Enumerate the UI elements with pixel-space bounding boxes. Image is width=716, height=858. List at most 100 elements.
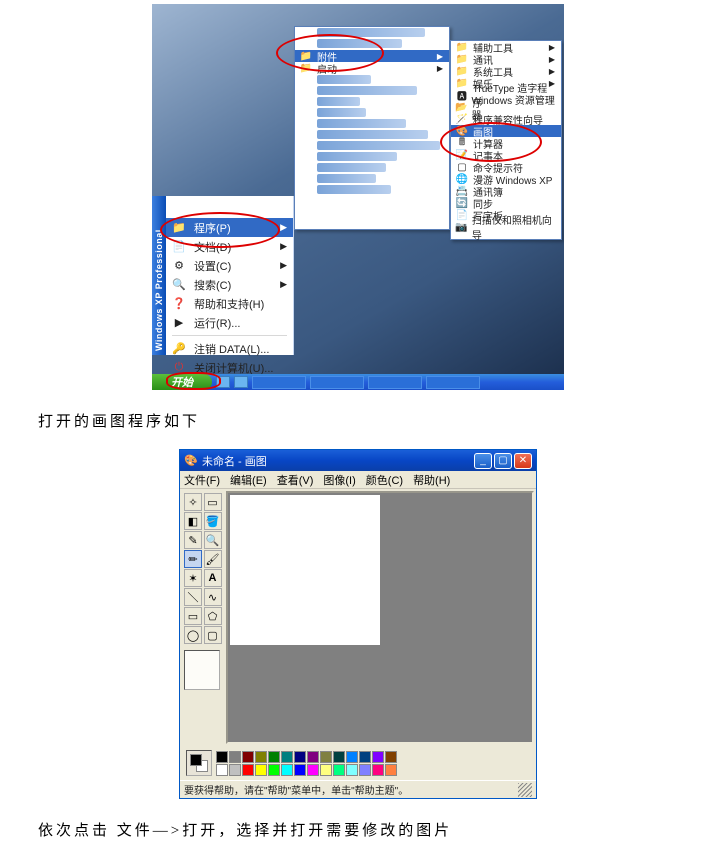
tool-round-rect[interactable]: ▢ — [204, 626, 222, 644]
menu-image[interactable]: 图像(I) — [323, 472, 355, 488]
color-swatch[interactable] — [255, 764, 267, 776]
color-swatch[interactable] — [229, 764, 241, 776]
tool-curve[interactable]: ∿ — [204, 588, 222, 606]
color-swatch[interactable] — [333, 764, 345, 776]
start-menu-help[interactable]: ❓ 帮助和支持(H) — [166, 294, 293, 313]
tool-eyedropper[interactable]: ✎ — [184, 531, 202, 549]
menu-help[interactable]: 帮助(H) — [413, 472, 450, 488]
color-swatch[interactable] — [242, 751, 254, 763]
color-swatch[interactable] — [229, 751, 241, 763]
paint-app-icon: 🎨 — [184, 454, 198, 468]
minimize-button[interactable]: _ — [474, 453, 492, 469]
tool-polygon[interactable]: ⬠ — [204, 607, 222, 625]
tool-text[interactable]: A — [204, 569, 222, 587]
chevron-right-icon: ▶ — [280, 260, 287, 271]
submenu-startup[interactable]: 📁 启动 ▶ — [295, 62, 449, 74]
canvas[interactable] — [230, 495, 380, 645]
taskbar-item[interactable] — [368, 376, 422, 389]
taskbar-item[interactable] — [252, 376, 306, 389]
taskbar-item[interactable] — [426, 376, 480, 389]
tool-fill[interactable]: 🪣 — [204, 512, 222, 530]
chevron-right-icon: ▶ — [280, 222, 287, 233]
quicklaunch-ie-icon[interactable] — [216, 376, 230, 388]
acc-tour[interactable]: 🌐漫游 Windows XP — [451, 173, 561, 185]
tool-ellipse[interactable]: ◯ — [184, 626, 202, 644]
start-menu-settings[interactable]: ⚙ 设置(C) ▶ — [166, 256, 293, 275]
taskbar-item[interactable] — [310, 376, 364, 389]
start-menu-programs[interactable]: 📁 程序(P) ▶ — [166, 218, 293, 237]
color-swatch[interactable] — [346, 764, 358, 776]
taskbar: 开始 — [152, 374, 564, 390]
color-swatch[interactable] — [294, 764, 306, 776]
color-swatch[interactable] — [216, 751, 228, 763]
programs-submenu: 📁 附件 ▶ 📁 启动 ▶ — [294, 26, 450, 230]
menubar: 文件(F) 编辑(E) 查看(V) 图像(I) 颜色(C) 帮助(H) — [180, 471, 536, 489]
acc-address-book[interactable]: 📇通讯簿 — [451, 185, 561, 197]
color-swatch[interactable] — [320, 764, 332, 776]
menu-color[interactable]: 颜色(C) — [366, 472, 403, 488]
font-icon: 🅰 — [455, 89, 469, 101]
color-swatch[interactable] — [268, 764, 280, 776]
acc-sync[interactable]: 🔄同步 — [451, 197, 561, 209]
tool-eraser[interactable]: ◧ — [184, 512, 202, 530]
caption-1: 打开的画图程序如下 — [38, 410, 716, 431]
acc-calculator[interactable]: 🖩计算器 — [451, 137, 561, 149]
run-icon: ▶ — [170, 315, 188, 331]
color-swatch[interactable] — [307, 764, 319, 776]
start-button[interactable]: 开始 — [152, 374, 212, 390]
tool-pencil[interactable]: ✏ — [184, 550, 202, 568]
acc-system-tools[interactable]: 📁系统工具▶ — [451, 65, 561, 77]
menu-edit[interactable]: 编辑(E) — [230, 472, 267, 488]
tool-brush[interactable]: 🖌 — [204, 550, 222, 568]
color-swatch[interactable] — [346, 751, 358, 763]
tool-rect[interactable]: ▭ — [184, 607, 202, 625]
color-swatch[interactable] — [333, 751, 345, 763]
color-palette-bar — [182, 746, 534, 780]
color-swatch[interactable] — [372, 751, 384, 763]
maximize-button[interactable]: ▢ — [494, 453, 512, 469]
quicklaunch-icon[interactable] — [234, 376, 248, 388]
acc-paint[interactable]: 🎨画图 — [451, 125, 561, 137]
color-swatch[interactable] — [359, 764, 371, 776]
start-menu-run[interactable]: ▶ 运行(R)... — [166, 313, 293, 332]
canvas-viewport[interactable] — [226, 491, 534, 744]
start-menu-documents[interactable]: 📄 文档(D) ▶ — [166, 237, 293, 256]
close-button[interactable]: ✕ — [514, 453, 532, 469]
addressbook-icon: 📇 — [455, 185, 469, 197]
menu-file[interactable]: 文件(F) — [184, 472, 220, 488]
tool-airbrush[interactable]: ✶ — [184, 569, 202, 587]
color-swatch[interactable] — [281, 764, 293, 776]
start-menu-search[interactable]: 🔍 搜索(C) ▶ — [166, 275, 293, 294]
color-swatch[interactable] — [242, 764, 254, 776]
tool-magnifier[interactable]: 🔍 — [204, 531, 222, 549]
window-title: 未命名 - 画图 — [202, 453, 267, 469]
color-swatch[interactable] — [216, 764, 228, 776]
paint-window: 🎨 未命名 - 画图 _ ▢ ✕ 文件(F) 编辑(E) 查看(V) 图像(I)… — [179, 449, 537, 799]
tool-rect-select[interactable]: ▭ — [204, 493, 222, 511]
start-menu-logoff[interactable]: 🔑 注销 DATA(L)... — [166, 339, 293, 358]
color-swatch[interactable] — [294, 751, 306, 763]
color-swatch[interactable] — [268, 751, 280, 763]
tool-line[interactable]: ＼ — [184, 588, 202, 606]
caption-2: 依次点击 文件—>打开，选择并打开需要修改的图片 — [38, 819, 716, 840]
color-swatch[interactable] — [385, 764, 397, 776]
foreground-color — [190, 754, 202, 766]
color-swatch[interactable] — [255, 751, 267, 763]
titlebar[interactable]: 🎨 未命名 - 画图 _ ▢ ✕ — [180, 450, 536, 471]
resize-grip[interactable] — [518, 783, 532, 797]
status-text: 要获得帮助，请在"帮助"菜单中，单击"帮助主题"。 — [184, 782, 408, 797]
tool-freeform-select[interactable]: ✧ — [184, 493, 202, 511]
fg-bg-indicator[interactable] — [186, 750, 212, 776]
sync-icon: 🔄 — [455, 197, 469, 209]
color-swatch[interactable] — [372, 764, 384, 776]
color-swatch[interactable] — [320, 751, 332, 763]
tool-options[interactable] — [184, 650, 220, 690]
acc-accessibility[interactable]: 📁辅助工具▶ — [451, 41, 561, 53]
color-swatch[interactable] — [359, 751, 371, 763]
acc-scanner[interactable]: 📷扫描仪和照相机向导 — [451, 221, 561, 233]
color-swatch[interactable] — [385, 751, 397, 763]
color-swatch[interactable] — [281, 751, 293, 763]
menu-view[interactable]: 查看(V) — [277, 472, 314, 488]
chevron-right-icon: ▶ — [437, 64, 443, 73]
color-swatch[interactable] — [307, 751, 319, 763]
